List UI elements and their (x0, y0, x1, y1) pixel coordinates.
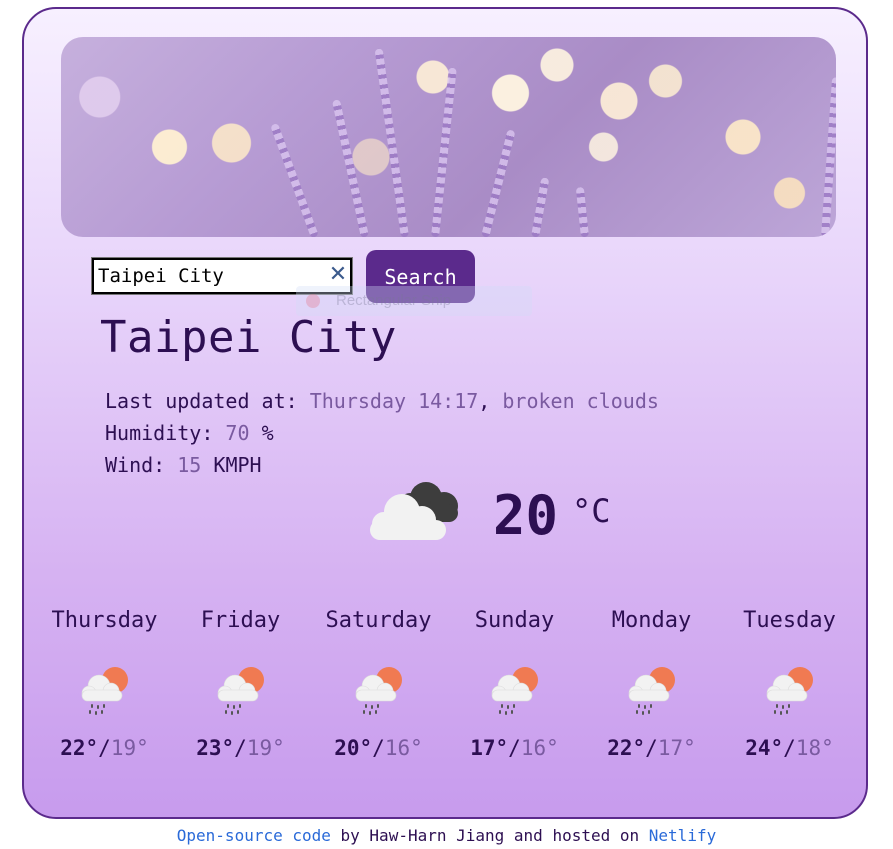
forecast-day-name: Sunday (474, 608, 555, 633)
close-icon[interactable]: ✕ (327, 264, 349, 286)
forecast-temps: 17°/16° (470, 736, 559, 760)
forecast-day-name: Saturday (325, 608, 432, 633)
forecast-day: Friday 23°/19° (172, 608, 309, 760)
humidity-value: 70 (225, 421, 250, 445)
forecast-low: 17° (657, 736, 696, 760)
weather-description: broken clouds (502, 389, 659, 413)
humidity-line: Humidity: 70 % (105, 421, 274, 445)
info-separator: , (478, 389, 491, 413)
forecast-day-name: Monday (611, 608, 692, 633)
footer: Open-source code by Haw-Harn Jiang and h… (0, 826, 893, 845)
rain-sun-icon (766, 667, 813, 715)
forecast-low: 16° (384, 736, 423, 760)
forecast-temps: 23°/19° (196, 736, 285, 760)
source-code-link[interactable]: Open-source code (177, 826, 331, 845)
forecast-low: 19° (110, 736, 149, 760)
rain-sun-icon (491, 667, 538, 715)
rain-sun-icon (355, 667, 402, 715)
rain-sun-icon (217, 667, 264, 715)
forecast-high: 17° (470, 736, 509, 760)
forecast-temps: 24°/18° (745, 736, 834, 760)
wind-line: Wind: 15 KMPH (105, 453, 262, 477)
forecast-day: Sunday 17°/16° (446, 608, 583, 760)
forecast-high: 24° (745, 736, 784, 760)
forecast-high: 22° (60, 736, 99, 760)
snip-tooltip-label: Rectangular Snip (336, 292, 452, 309)
last-updated-value: Thursday 14:17 (309, 389, 479, 413)
broken-clouds-icon (370, 482, 458, 540)
forecast-low: 16° (520, 736, 559, 760)
wind-value: 15 (177, 453, 202, 477)
forecast-day: Tuesday 24°/18° (721, 608, 858, 760)
forecast-day: Monday 22°/17° (583, 608, 720, 760)
wind-label: Wind: (105, 453, 166, 477)
forecast-day: Saturday 20°/16° (310, 608, 447, 760)
wind-unit: KMPH (213, 453, 262, 477)
forecast-temps: 22°/17° (607, 736, 696, 760)
temperature-unit: °C (572, 492, 611, 530)
current-temperature: 20 (493, 484, 559, 547)
forecast-high: 22° (607, 736, 646, 760)
forecast-high: 23° (196, 736, 235, 760)
netlify-link[interactable]: Netlify (649, 826, 716, 845)
rain-sun-icon (81, 667, 128, 715)
forecast-temps: 20°/16° (334, 736, 423, 760)
humidity-unit: % (261, 421, 274, 445)
forecast-low: 19° (246, 736, 285, 760)
humidity-label: Humidity: (105, 421, 214, 445)
city-name: Taipei City (100, 312, 397, 363)
forecast-day: Thursday 22°/19° (36, 608, 173, 760)
forecast-day-name: Friday (200, 608, 281, 633)
last-updated-label: Last updated at: (105, 389, 298, 413)
footer-credit: by Haw-Harn Jiang and hosted on (330, 826, 649, 845)
forecast-high: 20° (334, 736, 373, 760)
forecast-day-name: Thursday (51, 608, 158, 633)
forecast-day-name: Tuesday (743, 608, 836, 633)
header-banner-image (61, 37, 836, 237)
rain-sun-icon (628, 667, 675, 715)
forecast-temps: 22°/19° (60, 736, 149, 760)
snip-icon (306, 294, 320, 308)
forecast-low: 18° (795, 736, 834, 760)
last-updated-line: Last updated at: Thursday 14:17, broken … (105, 389, 659, 413)
